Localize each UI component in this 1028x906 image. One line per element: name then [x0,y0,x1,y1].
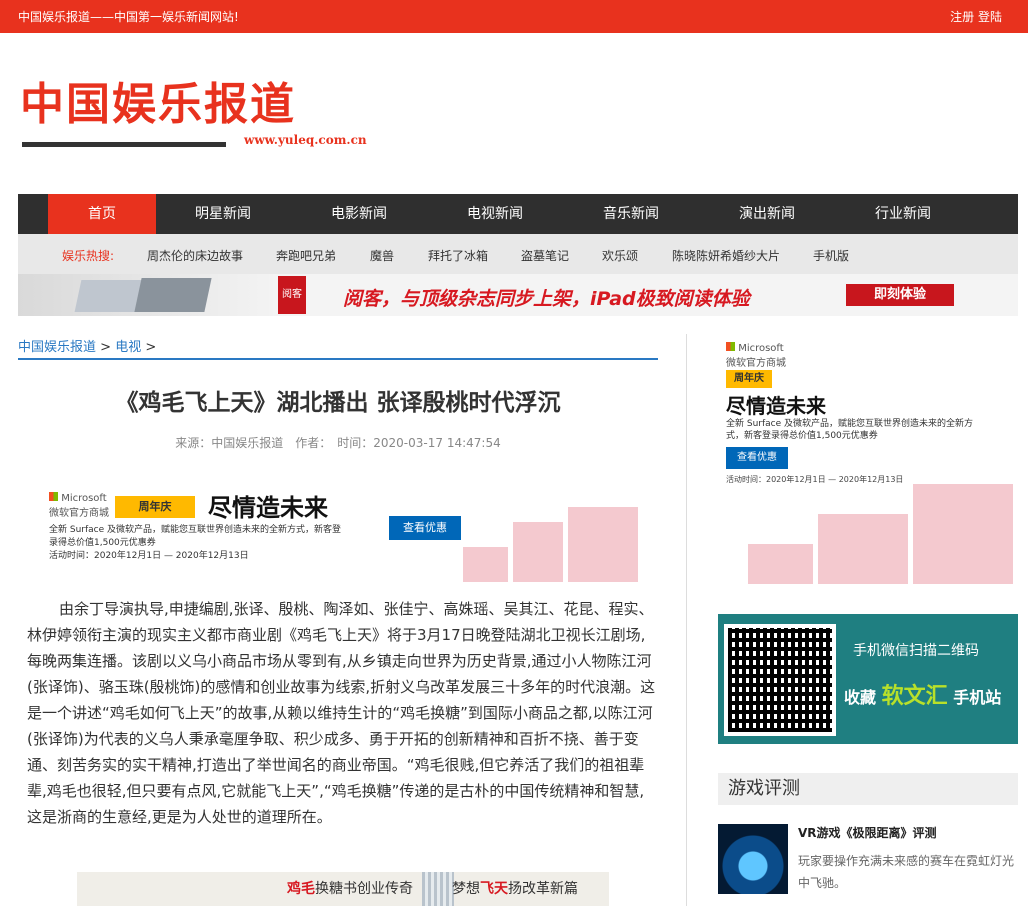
site-logo[interactable]: 中国娱乐报道 www.yuleq.com.cn [20,80,370,155]
breadcrumb-section[interactable]: 电视 [115,340,141,355]
auth-links: 注册 登陆 [950,8,1002,25]
article-image: 鸡毛换糖书创业传奇 梦想飞天扬改革新篇 [77,872,609,906]
column-divider [686,334,687,906]
ad-pedestal [913,484,1013,584]
nav-home[interactable]: 首页 [48,194,156,234]
ad-pedestal [818,514,908,584]
qr-suffix: 手机站 [953,688,1002,707]
caption-highlight: 飞天 [480,881,508,897]
nav-music[interactable]: 音乐新闻 [577,194,685,234]
hot-item[interactable]: 陈晓陈妍希婚纱大片 [672,247,780,264]
ad-tag: 周年庆 [115,496,195,518]
image-caption-right: 梦想飞天扬改革新篇 [452,878,578,898]
tablet-shape [134,278,212,312]
caption-text: 梦想 [452,881,480,897]
hot-item[interactable]: 盗墓笔记 [521,247,569,264]
ad-cta-button[interactable]: 查看优惠 [389,516,461,540]
ad-cta-button[interactable]: 查看优惠 [726,447,788,469]
main-nav: 首页 明星新闻 电影新闻 电视新闻 音乐新闻 演出新闻 行业新闻 [18,194,1018,234]
article-title: 《鸡毛飞上天》湖北播出 张译殷桃时代浮沉 [115,390,561,416]
caption-highlight: 鸡毛 [287,881,315,897]
ad-headline: 尽情造未来 [726,394,826,418]
login-link[interactable]: 登陆 [978,10,1002,24]
inline-ad-microsoft[interactable]: Microsoft 微软官方商城 周年庆 尽情造未来 全新 Surface 及微软… [43,482,638,582]
microsoft-logo: Microsoft 微软官方商城 [49,492,109,519]
hot-search-label: 娱乐热搜: [62,249,115,263]
nav-celebrity[interactable]: 明星新闻 [169,194,277,234]
ad-desc-text: 全新 Surface 及微软产品，赋能您互联世界创造未来的全新方式，新客登录得总… [49,525,342,548]
qr-brand: 软文汇 [881,684,948,709]
qr-collect: 收藏 [844,688,877,707]
logo-text: 中国娱乐报道 [20,79,296,130]
article-body: 由余丁导演执导,申捷编剧,张译、殷桃、陶泽如、张佳宁、高姝瑶、吴其江、花昆、程实… [27,600,656,826]
ad-brand: Microsoft [61,493,107,504]
ad-brand-sub: 微软官方商城 [49,508,109,519]
breadcrumb-sep: > [145,340,157,355]
sidebar-section-title: 游戏评测 [718,773,1018,805]
ad-date: 活动时间：2020年12月1日 — 2020年12月13日 [49,551,249,561]
breadcrumb-divider [18,358,658,360]
top-bar: 中国娱乐报道——中国第一娱乐新闻网站! 注册 登陆 [0,0,1028,33]
logo-underline [22,142,226,147]
ad-desc: 全新 Surface 及微软产品，赋能您互联世界创造未来的全新方式，新客登录得总… [49,524,349,563]
microsoft-logo-icon [49,492,58,501]
hot-item[interactable]: 奔跑吧兄弟 [276,247,336,264]
microsoft-logo: Microsoft 微软官方商城 [726,342,786,369]
qr-code [724,624,836,736]
ad-date: 活动时间：2020年12月1日 — 2020年12月13日 [726,475,904,484]
breadcrumb-home[interactable]: 中国娱乐报道 [18,340,96,355]
banner-magazines-image [18,274,273,316]
logo-url: www.yuleq.com.cn [244,133,367,147]
sidebar-ad-microsoft[interactable]: Microsoft 微软官方商城 周年庆 尽情造未来 全新 Surface 及微软… [718,334,1018,584]
caption-text: 换糖书创业传奇 [315,881,413,897]
hot-item[interactable]: 手机版 [813,247,849,264]
hot-item[interactable]: 拜托了冰箱 [428,247,488,264]
building-graphic [422,872,454,906]
ad-pedestal [513,522,563,582]
ad-brand: Microsoft [738,343,784,354]
article-meta: 来源：中国娱乐报道 作者： 时间：2020-03-17 14:47:54 [175,436,501,450]
qr-brand-line: 收藏 软文汇 手机站 [844,678,1001,710]
game-review-title[interactable]: VR游戏《极限距离》评测 [798,824,937,841]
ad-pedestal [463,547,508,582]
microsoft-logo-icon [726,342,735,351]
register-link[interactable]: 注册 [950,10,974,24]
ad-brand-sub: 微软官方商城 [726,358,786,369]
nav-show[interactable]: 演出新闻 [713,194,821,234]
game-review-desc: 玩家要操作充满未来感的赛车在霓虹灯光中飞驰。 [798,854,1015,890]
banner-badge: 阅客 [278,276,306,314]
banner-cta-button[interactable]: 即刻体验 [846,284,954,306]
site-slogan: 中国娱乐报道——中国第一娱乐新闻网站! [18,10,239,24]
image-caption-left: 鸡毛换糖书创业传奇 [287,878,413,898]
hot-search-bar: 娱乐热搜: 周杰伦的床边故事 奔跑吧兄弟 魔兽 拜托了冰箱 盗墓笔记 欢乐颂 陈… [18,234,1018,274]
banner-slogan: 阅客，与顶级杂志同步上架，iPad极致阅读体验 [343,288,750,310]
breadcrumb: 中国娱乐报道 > 电视 > [18,336,156,355]
caption-text: 扬改革新篇 [508,881,578,897]
ad-pedestal [748,544,813,584]
ad-desc: 全新 Surface 及微软产品，赋能您互联世界创造未来的全新方式，新客登录得总… [726,419,974,441]
hot-item[interactable]: 欢乐颂 [602,247,638,264]
qr-code-panel: 手机微信扫描二维码 收藏 软文汇 手机站 [718,614,1018,744]
ad-pedestal [568,507,638,582]
banner-text-area: 阅客 阅客，与顶级杂志同步上架，iPad极致阅读体验 即刻体验 [273,274,1018,316]
nav-industry[interactable]: 行业新闻 [849,194,957,234]
breadcrumb-sep: > [100,340,112,355]
magazine-shape [74,280,142,312]
hot-item[interactable]: 周杰伦的床边故事 [147,247,243,264]
qr-code-pattern [728,628,832,732]
game-thumbnail[interactable] [718,824,788,894]
ad-headline: 尽情造未来 [208,494,328,522]
nav-tv[interactable]: 电视新闻 [441,194,549,234]
ad-tag: 周年庆 [726,370,772,388]
qr-scan-hint: 手机微信扫描二维码 [853,643,979,659]
nav-movie[interactable]: 电影新闻 [305,194,413,234]
promo-banner[interactable]: 阅客 阅客，与顶级杂志同步上架，iPad极致阅读体验 即刻体验 [18,274,1018,316]
hot-item[interactable]: 魔兽 [370,247,394,264]
